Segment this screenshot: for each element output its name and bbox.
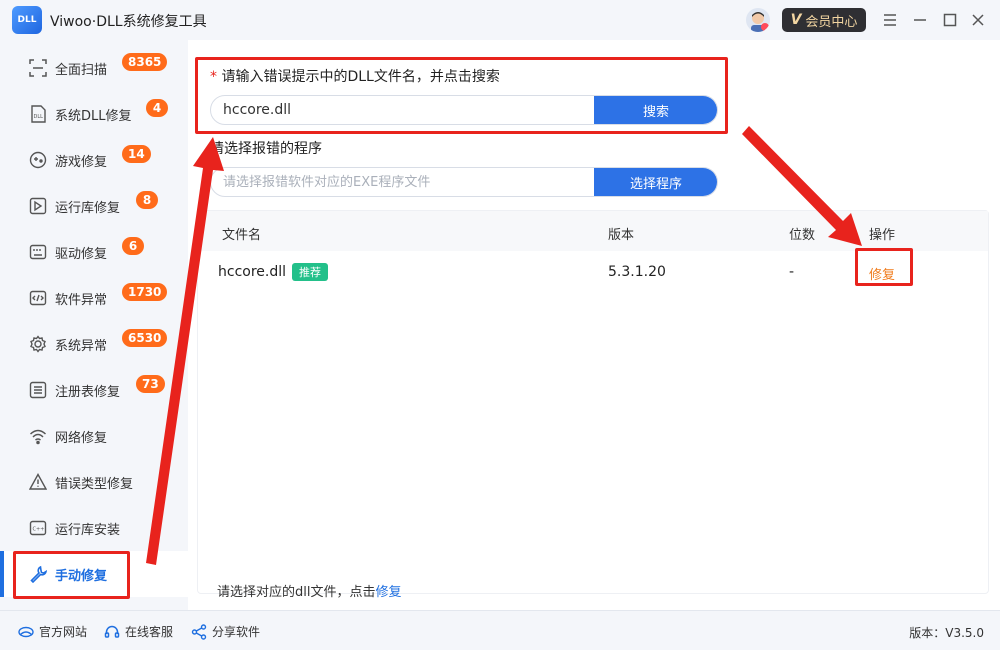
count-badge: 6 [122, 237, 144, 255]
headset-icon [104, 624, 120, 640]
sidebar-item-label: 错误类型修复 [55, 476, 134, 492]
column-header-version: 版本 [608, 228, 635, 243]
vip-center-button[interactable]: V 会员中心 [782, 8, 866, 32]
sidebar-item-runtime-repair[interactable]: 运行库修复 8 [0, 183, 188, 229]
vip-center-label: 会员中心 [805, 14, 858, 30]
program-label: 请选择报错的程序 [210, 141, 322, 157]
wifi-icon [28, 426, 48, 446]
row-bits: - [789, 264, 795, 280]
hint-text: 请选择对应的dll文件，点击 [217, 585, 376, 600]
row-filename: hccore.dll [218, 264, 287, 280]
close-icon[interactable] [968, 10, 988, 30]
user-avatar[interactable] [746, 8, 770, 32]
sidebar-item-label: 软件异常 [55, 292, 108, 308]
repair-highlight-box [855, 248, 913, 286]
sidebar-item-software-error[interactable]: 软件异常 1730 [0, 275, 188, 321]
sidebar-item-label: 运行库安装 [55, 522, 121, 538]
count-badge: 8 [136, 191, 158, 209]
dll-file-icon: DLL [28, 104, 48, 124]
program-field: 选择程序 [210, 167, 718, 197]
row-version: 5.3.1.20 [608, 264, 666, 280]
sidebar-item-runtime-install[interactable]: C++ 运行库安装 [0, 505, 188, 551]
sidebar-item-driver[interactable]: 驱动修复 6 [0, 229, 188, 275]
sidebar-item-label: 网络修复 [55, 430, 108, 446]
sidebar-item-game[interactable]: 游戏修复 14 [0, 137, 188, 183]
cpp-package-icon: C++ [28, 518, 48, 538]
scan-icon [28, 58, 48, 78]
sidebar-item-label: 系统DLL修复 [55, 108, 132, 124]
sidebar-item-label: 驱动修复 [55, 246, 108, 262]
svg-text:C++: C++ [33, 527, 45, 533]
vip-icon: V [790, 12, 802, 28]
online-service-link[interactable]: 在线客服 [104, 623, 173, 640]
maximize-icon[interactable] [940, 10, 960, 30]
official-website-link[interactable]: 官方网站 [18, 623, 87, 640]
sidebar-item-error-type[interactable]: 错误类型修复 [0, 459, 188, 505]
version-text: 版本：V3.5.0 [909, 626, 984, 640]
registry-list-icon [28, 380, 48, 400]
app-title: Viwoo·DLL系统修复工具 [50, 14, 207, 30]
column-header-action: 操作 [869, 228, 896, 243]
count-badge: 6530 [122, 329, 168, 347]
sidebar-item-full-scan[interactable]: 全面扫描 8365 [0, 45, 188, 91]
count-badge: 14 [122, 145, 151, 163]
repair-hint: 请选择对应的dll文件，点击修复 [217, 581, 402, 600]
gamepad-icon [28, 150, 48, 170]
globe-icon [18, 624, 34, 640]
sidebar-item-network[interactable]: 网络修复 [0, 413, 188, 459]
sidebar-item-label: 运行库修复 [55, 200, 121, 216]
sidebar-item-label: 注册表修复 [55, 384, 121, 400]
online-service-label: 在线客服 [125, 625, 174, 639]
gear-icon [28, 334, 48, 354]
menu-icon[interactable] [880, 10, 900, 30]
manual-repair-highlight-box [13, 551, 130, 599]
sidebar-item-registry[interactable]: 注册表修复 73 [0, 367, 188, 413]
code-window-icon [28, 288, 48, 308]
official-website-label: 官方网站 [39, 625, 88, 639]
title-bar: DLL Viwoo·DLL系统修复工具 V 会员中心 [0, 0, 1000, 40]
driver-icon [28, 242, 48, 262]
program-path-input[interactable] [211, 168, 591, 196]
sidebar-item-label: 系统异常 [55, 338, 108, 354]
select-program-button[interactable]: 选择程序 [594, 168, 717, 196]
warning-icon [28, 472, 48, 492]
recommended-tag: 推荐 [292, 263, 328, 281]
sidebar-item-system-error[interactable]: 系统异常 6530 [0, 321, 188, 367]
app-logo: DLL [12, 6, 42, 34]
share-software-label: 分享软件 [212, 625, 261, 639]
active-indicator [0, 551, 4, 597]
avatar-icon [751, 12, 769, 32]
count-badge: 1730 [122, 283, 168, 301]
minimize-icon[interactable] [910, 10, 930, 30]
sidebar-item-label: 游戏修复 [55, 154, 108, 170]
share-software-link[interactable]: 分享软件 [191, 623, 260, 640]
svg-text:DLL: DLL [34, 114, 44, 120]
count-badge: 4 [146, 99, 168, 117]
footer: 官方网站 在线客服 分享软件 版本：V3.5.0 [0, 610, 1000, 650]
hint-repair-link[interactable]: 修复 [375, 585, 401, 600]
sidebar-item-system-dll[interactable]: DLL 系统DLL修复 4 [0, 91, 188, 137]
search-highlight-box [195, 57, 728, 134]
sidebar: 全面扫描 8365 DLL 系统DLL修复 4 游戏修复 14 运行库修复 8 … [0, 40, 188, 610]
column-header-filename: 文件名 [222, 228, 262, 243]
count-badge: 8365 [122, 53, 168, 71]
runtime-icon [28, 196, 48, 216]
column-header-bits: 位数 [789, 228, 816, 243]
table-header: 文件名 版本 位数 操作 [198, 211, 988, 251]
share-icon [191, 623, 207, 640]
sidebar-item-label: 全面扫描 [55, 62, 108, 78]
count-badge: 73 [136, 375, 165, 393]
